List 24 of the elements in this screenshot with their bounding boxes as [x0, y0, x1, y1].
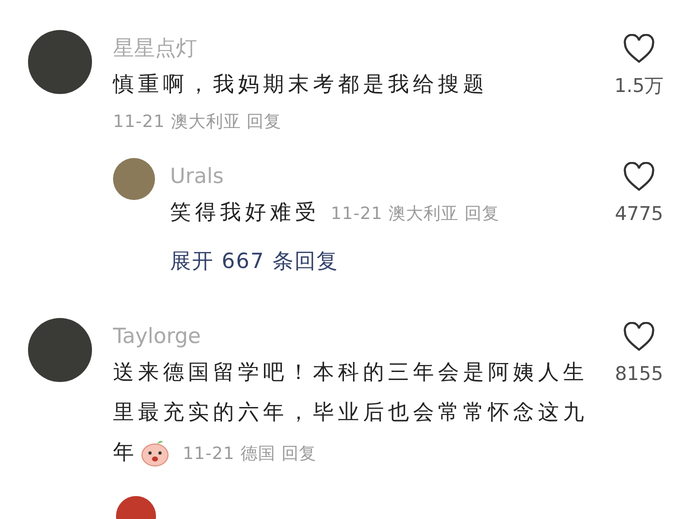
comment-date: 11-21 — [113, 112, 165, 132]
comment-location: 澳大利亚 — [170, 112, 241, 132]
like-count: 4775 — [614, 202, 664, 227]
heart-icon[interactable] — [623, 322, 655, 352]
username[interactable]: Urals — [170, 162, 604, 190]
expand-replies-link[interactable]: 展开 667 条回复 — [170, 249, 338, 273]
comment-text: 里最充实的六年，毕业后也会常常怀念这九 — [113, 400, 588, 424]
comment-date: 11-21 — [182, 444, 235, 464]
comment-text: 年 — [113, 440, 138, 464]
like-count: 8155 — [614, 362, 664, 386]
reply-link[interactable]: 回复 — [464, 204, 500, 224]
comment-text: 慎重啊，我妈期末考都是我给搜题 — [113, 72, 488, 96]
comment-location: 澳大利亚 — [388, 204, 458, 224]
reply-link[interactable]: 回复 — [281, 444, 316, 464]
comment-text: 笑得我好难受 — [170, 200, 320, 224]
username[interactable]: Taylorge — [113, 322, 604, 350]
comment-text: 送来德国留学吧！本科的三年会是阿姨人生 — [113, 360, 588, 384]
comment-location: 德国 — [240, 444, 276, 464]
heart-icon[interactable] — [623, 162, 655, 192]
like-count: 1.5万 — [614, 74, 664, 99]
reply-link[interactable]: 回复 — [246, 112, 282, 132]
comment-date: 11-21 — [330, 204, 383, 224]
heart-icon[interactable] — [623, 34, 655, 64]
username[interactable]: 星星点灯 — [113, 34, 604, 62]
